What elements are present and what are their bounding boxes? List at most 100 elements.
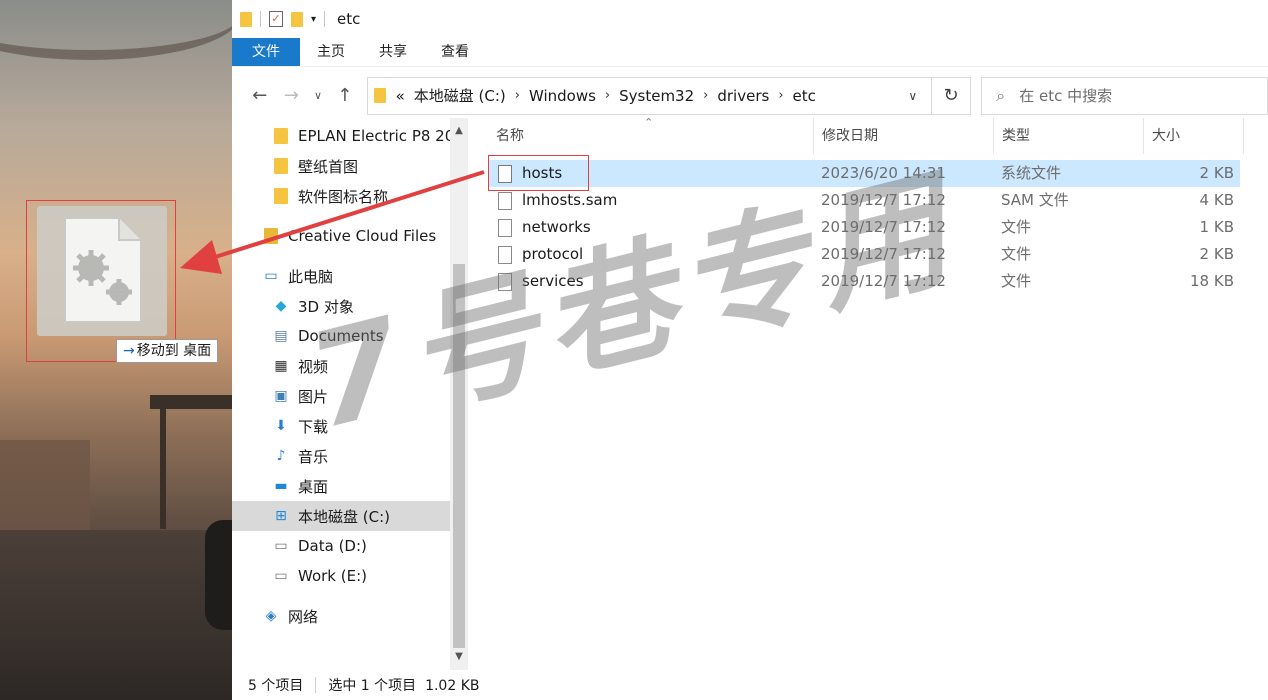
tab-view[interactable]: 查看 — [424, 38, 486, 66]
desk-canopy-post — [160, 409, 166, 529]
back-button[interactable]: ← — [244, 81, 276, 111]
file-row-networks[interactable]: networks 2019/12/7 17:12 文件 1 KB — [488, 214, 1240, 241]
breadcrumb-drivers[interactable]: drivers — [712, 87, 774, 105]
nav-item-label: 软件图标名称 — [298, 187, 389, 206]
file-date: 2019/12/7 17:12 — [821, 191, 946, 209]
chevron-right-icon[interactable]: › — [511, 88, 524, 103]
properties-icon[interactable]: ✓ — [269, 11, 283, 27]
arrow-left-icon: ← — [252, 85, 268, 106]
refresh-icon: ↻ — [943, 85, 959, 106]
column-header-type[interactable]: 类型 — [994, 118, 1144, 154]
file-icon — [498, 219, 512, 237]
chevron-down-icon: ∨ — [314, 89, 323, 102]
nav-item-label: 下载 — [298, 417, 329, 436]
tab-file[interactable]: 文件 — [232, 38, 300, 66]
nav-item-documents[interactable]: ▤ Documents — [232, 321, 450, 351]
forward-button[interactable]: → — [276, 81, 308, 111]
nav-item-c-drive[interactable]: ⊞ 本地磁盘 (C:) — [232, 501, 450, 531]
file-date: 2023/6/20 14:31 — [821, 164, 946, 182]
file-row-lmhosts[interactable]: lmhosts.sam 2019/12/7 17:12 SAM 文件 4 KB — [488, 187, 1240, 214]
quick-access-dropdown-icon[interactable]: ▾ — [311, 14, 316, 25]
new-folder-icon[interactable] — [291, 11, 303, 27]
nav-item-label: Data (D:) — [298, 537, 367, 555]
search-box[interactable]: ⌕ 在 etc 中搜索 — [981, 76, 1268, 115]
address-dropdown-icon[interactable]: ∨ — [895, 89, 931, 103]
3d-objects-icon: ◆ — [275, 298, 287, 314]
nav-item-network[interactable]: ◈ 网络 — [232, 601, 450, 631]
scrollbar-thumb[interactable] — [453, 264, 465, 648]
refresh-button[interactable]: ↻ — [931, 76, 972, 115]
drag-tooltip-text: 移动到 桌面 — [136, 343, 212, 359]
recent-locations-button[interactable]: ∨ — [307, 81, 329, 111]
window-title: etc — [337, 10, 361, 28]
nav-item-software-icons[interactable]: 软件图标名称 — [232, 181, 450, 211]
search-placeholder: 在 etc 中搜索 — [1019, 87, 1113, 105]
chevron-right-icon[interactable]: › — [699, 88, 712, 103]
nav-item-eplan[interactable]: EPLAN Electric P8 2022 — [232, 121, 450, 151]
nav-item-label: 网络 — [288, 607, 319, 626]
file-date: 2019/12/7 17:12 — [821, 218, 946, 236]
nav-item-pictures[interactable]: ▣ 图片 — [232, 381, 450, 411]
file-size: 2 KB — [1199, 245, 1234, 263]
nav-item-videos[interactable]: ▦ 视频 — [232, 351, 450, 381]
address-row: ← → ∨ ↑ « 本地磁盘 (C:) › Windows › System32… — [232, 66, 1268, 124]
documents-icon: ▤ — [274, 328, 288, 344]
creative-cloud-icon — [262, 227, 280, 245]
arrow-right-icon: → — [283, 85, 299, 106]
file-row-services[interactable]: services 2019/12/7 17:12 文件 18 KB — [488, 268, 1240, 295]
windows-drive-icon: ⊞ — [275, 508, 287, 524]
nav-item-e-drive[interactable]: ▭ Work (E:) — [232, 561, 450, 591]
title-bar: ✓ ▾ etc — [232, 0, 1268, 38]
navigation-pane: EPLAN Electric P8 2022 壁纸首图 软件图标名称 Creat… — [232, 118, 470, 670]
nav-item-this-pc[interactable]: ▭ 此电脑 — [232, 261, 450, 291]
drive-icon: ▭ — [274, 568, 288, 584]
scroll-up-icon[interactable]: ▲ — [450, 122, 468, 140]
nav-item-d-drive[interactable]: ▭ Data (D:) — [232, 531, 450, 561]
breadcrumb-etc[interactable]: etc — [788, 87, 821, 105]
folder-icon — [272, 157, 290, 175]
up-button[interactable]: ↑ — [329, 81, 361, 111]
move-arrow-icon: → — [123, 343, 135, 359]
tab-share[interactable]: 共享 — [362, 38, 424, 66]
breadcrumb-system32[interactable]: System32 — [614, 87, 699, 105]
desk-arc — [0, 0, 232, 60]
nav-item-creative-cloud[interactable]: Creative Cloud Files — [232, 221, 450, 251]
status-bar: 5 个项目 选中 1 个项目 1.02 KB — [232, 670, 1268, 700]
video-icon: ▦ — [274, 358, 288, 374]
file-size: 2 KB — [1199, 164, 1234, 182]
nav-item-label: 此电脑 — [288, 267, 334, 286]
breadcrumb-overflow[interactable]: « — [392, 87, 409, 105]
file-date: 2019/12/7 17:12 — [821, 245, 946, 263]
nav-item-3d-objects[interactable]: ◆ 3D 对象 — [232, 291, 450, 321]
chevron-right-icon[interactable]: › — [601, 88, 614, 103]
nav-scrollbar[interactable]: ▲ ▼ — [450, 118, 468, 670]
tab-home[interactable]: 主页 — [300, 38, 362, 66]
breadcrumb-c-drive[interactable]: 本地磁盘 (C:) — [409, 85, 511, 106]
file-row-protocol[interactable]: protocol 2019/12/7 17:12 文件 2 KB — [488, 241, 1240, 268]
file-size: 4 KB — [1199, 191, 1234, 209]
folder-icon — [373, 88, 386, 103]
file-date: 2019/12/7 17:12 — [821, 272, 946, 290]
column-header-date[interactable]: 修改日期 — [814, 118, 994, 154]
network-icon: ◈ — [265, 608, 277, 624]
nav-item-wallpaper[interactable]: 壁纸首图 — [232, 151, 450, 181]
chevron-right-icon[interactable]: › — [774, 88, 787, 103]
breadcrumb-windows[interactable]: Windows — [524, 87, 601, 105]
file-icon — [498, 273, 512, 291]
nav-item-desktop[interactable]: ▬ 桌面 — [232, 471, 450, 501]
file-name: lmhosts.sam — [522, 191, 618, 209]
drive-icon: ▭ — [274, 538, 288, 554]
address-bar[interactable]: « 本地磁盘 (C:) › Windows › System32 › drive… — [366, 76, 932, 115]
ribbon-tabs: 文件 主页 共享 查看 — [232, 38, 1268, 66]
nav-item-downloads[interactable]: ⬇ 下载 — [232, 411, 450, 441]
download-icon: ⬇ — [275, 418, 287, 434]
column-header-name[interactable]: 名称 — [488, 118, 814, 154]
scroll-down-icon[interactable]: ▼ — [450, 648, 468, 666]
column-header-size[interactable]: 大小 — [1144, 118, 1244, 154]
desk-building — [0, 440, 90, 530]
file-row-hosts[interactable]: hosts 2023/6/20 14:31 系统文件 2 KB — [488, 160, 1240, 187]
desk-ground — [0, 530, 232, 700]
nav-item-music[interactable]: ♪ 音乐 — [232, 441, 450, 471]
drag-highlight-box — [26, 200, 176, 362]
selection-info: 选中 1 个项目 1.02 KB — [328, 678, 480, 694]
